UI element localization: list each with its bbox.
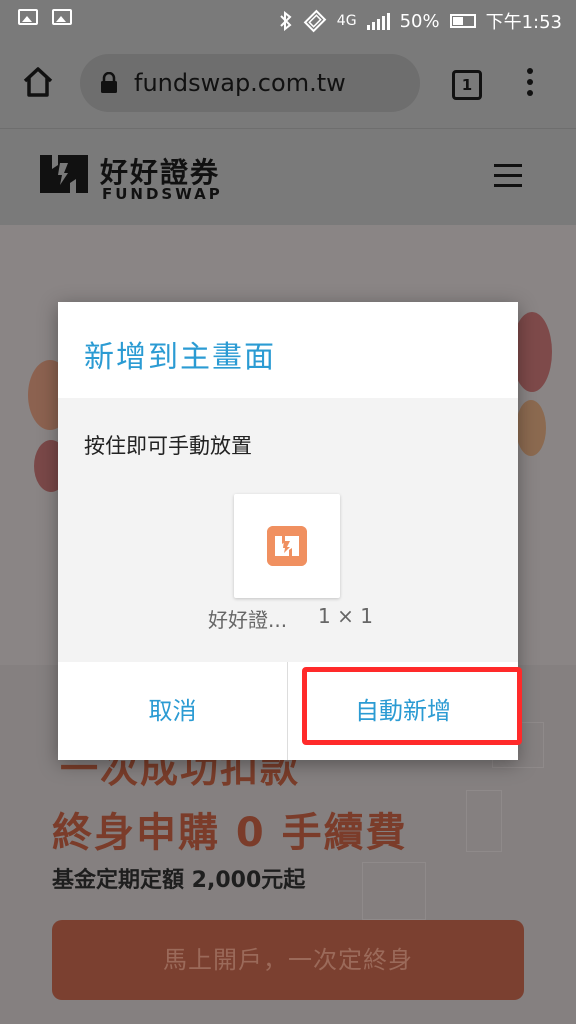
home-icon[interactable]	[20, 64, 56, 100]
battery-percent: 50%	[399, 10, 440, 32]
app-icon	[267, 526, 307, 566]
battery-fill	[452, 17, 463, 25]
lock-icon	[101, 72, 117, 93]
brand-name-en: FUNDSWAP	[102, 185, 223, 203]
decorative-box	[466, 790, 502, 852]
battery-icon	[449, 14, 476, 28]
browser-toolbar: fundswap.com.tw 1	[0, 40, 576, 129]
decorative-box	[362, 862, 426, 920]
tab-switcher-button[interactable]: 1	[452, 70, 482, 100]
cancel-button[interactable]: 取消	[58, 662, 287, 760]
widget-preview[interactable]	[234, 494, 340, 598]
balloon-decoration	[516, 400, 546, 456]
fundswap-logo-icon[interactable]	[38, 151, 90, 197]
status-icons: 4G 50% 下午1:53	[279, 8, 562, 34]
dialog-title: 新增到主畫面	[84, 340, 276, 375]
notification-icons	[18, 9, 72, 25]
url-text: fundswap.com.tw	[134, 69, 346, 97]
status-bar: 4G 50% 下午1:53	[0, 0, 576, 40]
dialog-instruction: 按住即可手動放置	[84, 434, 252, 458]
widget-size: 1 × 1	[318, 604, 373, 628]
image-icon	[52, 9, 72, 25]
site-header: 好好證券 FUNDSWAP	[0, 129, 576, 225]
hamburger-menu-icon[interactable]	[494, 164, 522, 194]
signal-icon	[366, 12, 390, 30]
image-icon	[18, 9, 38, 25]
vibrate-icon	[303, 9, 327, 33]
address-bar[interactable]: fundswap.com.tw	[80, 54, 420, 112]
widget-label: 好好證...	[208, 608, 288, 632]
bluetooth-icon	[280, 11, 292, 31]
headline: 終身申購 0 手續費	[52, 810, 408, 856]
balloon-decoration	[512, 312, 552, 392]
clock: 下午1:53	[485, 12, 562, 33]
subheadline: 基金定期定額 2,000元起	[52, 868, 306, 893]
dialog-body: 按住即可手動放置 好好證... 1 × 1	[58, 398, 518, 662]
overflow-menu-icon[interactable]	[524, 68, 536, 100]
open-account-button[interactable]: 馬上開戶，一次定終身	[52, 920, 524, 1000]
network-type: 4G	[336, 13, 357, 29]
highlight-box	[302, 667, 522, 745]
